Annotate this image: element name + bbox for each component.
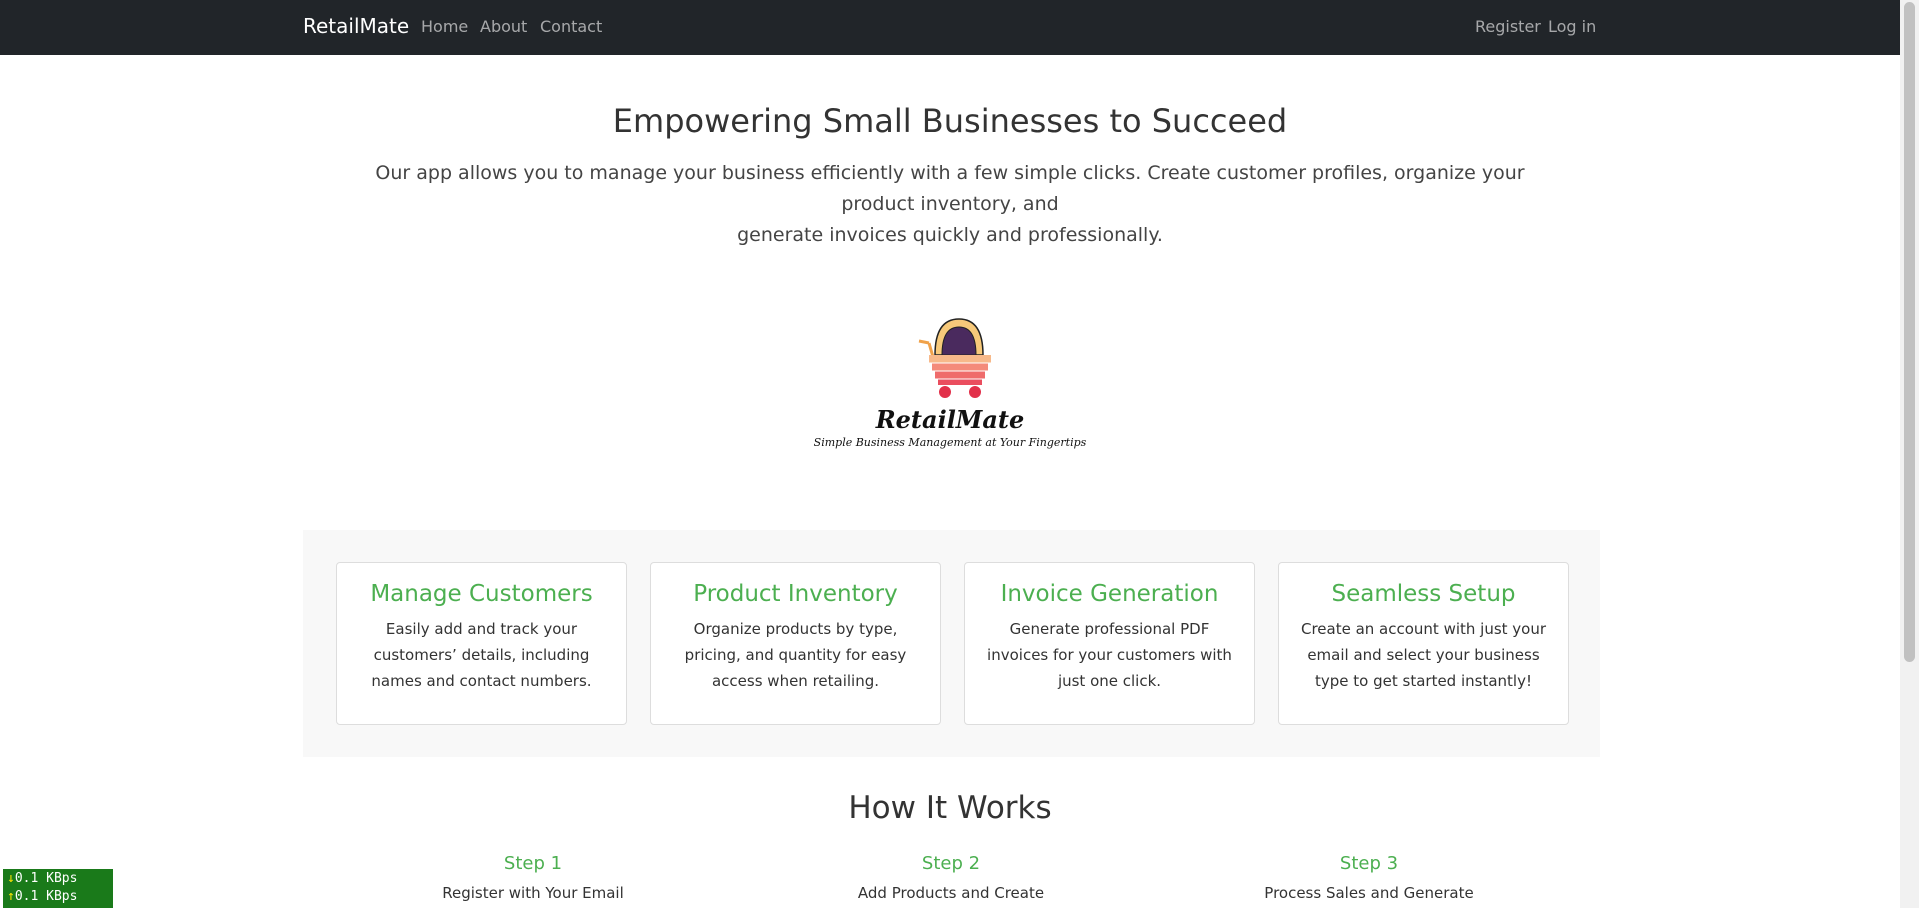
step-title: Step 1 bbox=[503, 853, 563, 874]
upload-rate: ↑0.1 KBps bbox=[7, 888, 109, 906]
feature-card-text: Easily add and track your customers’ det… bbox=[371, 620, 592, 690]
feature-card-product-inventory: Product Inventory Organize products by t… bbox=[650, 562, 941, 725]
feature-card-seamless-setup: Seamless Setup Create an account with ju… bbox=[1278, 562, 1569, 725]
nav-home-link[interactable]: Home bbox=[421, 17, 468, 36]
feature-card-title: Manage Customers bbox=[370, 581, 593, 607]
nav-about-link[interactable]: About bbox=[480, 17, 527, 36]
feature-card-text: Generate professional PDF invoices for y… bbox=[987, 620, 1232, 690]
step-2: Step 2 Add Products and Create bbox=[781, 853, 1121, 902]
brand-link[interactable]: RetailMate bbox=[303, 14, 409, 38]
vertical-scrollbar[interactable] bbox=[1900, 0, 1919, 908]
network-monitor-widget: ↓0.1 KBps ↑0.1 KBps bbox=[3, 869, 113, 908]
download-rate: ↓0.1 KBps bbox=[7, 870, 109, 888]
scrollbar-thumb[interactable] bbox=[1904, 2, 1915, 662]
hero-description-line-2: generate invoices quickly and profession… bbox=[737, 224, 1163, 246]
feature-card-title: Product Inventory bbox=[693, 581, 898, 607]
upload-rate-value: 0.1 KBps bbox=[14, 889, 78, 904]
logo-wordmark: RetailMate bbox=[875, 405, 1025, 434]
hero-title: Empowering Small Businesses to Succeed bbox=[612, 102, 1288, 140]
feature-card-title: Seamless Setup bbox=[1331, 581, 1516, 607]
step-text: Process Sales and Generate bbox=[1264, 884, 1474, 902]
retailmate-logo: RetailMate Simple Business Management at… bbox=[810, 305, 1090, 455]
feature-card-title: Invoice Generation bbox=[1000, 581, 1219, 607]
register-link[interactable]: Register bbox=[1475, 17, 1541, 36]
up-arrow-icon: ↑ bbox=[7, 889, 15, 904]
step-text: Add Products and Create bbox=[857, 884, 1045, 902]
shopping-cart-icon bbox=[918, 318, 991, 398]
feature-card-text: Create an account with just your email a… bbox=[1300, 620, 1547, 690]
down-arrow-icon: ↓ bbox=[7, 871, 15, 886]
feature-card-invoice-generation: Invoice Generation Generate professional… bbox=[964, 562, 1255, 725]
step-text: Register with Your Email bbox=[442, 884, 624, 902]
feature-card-manage-customers: Manage Customers Easily add and track yo… bbox=[336, 562, 627, 725]
features-section: Manage Customers Easily add and track yo… bbox=[303, 530, 1600, 757]
how-it-works-title: How It Works bbox=[848, 790, 1052, 826]
step-1: Step 1 Register with Your Email bbox=[363, 853, 703, 902]
feature-card-text: Organize products by type, pricing, and … bbox=[684, 620, 907, 690]
hero-description: Our app allows you to manage your busine… bbox=[340, 158, 1560, 251]
login-link[interactable]: Log in bbox=[1548, 17, 1596, 36]
step-title: Step 3 bbox=[1339, 853, 1399, 874]
step-3: Step 3 Process Sales and Generate bbox=[1199, 853, 1539, 902]
download-rate-value: 0.1 KBps bbox=[14, 871, 78, 886]
top-navbar: RetailMate Home About Contact Register L… bbox=[0, 0, 1900, 55]
step-title: Step 2 bbox=[921, 853, 981, 874]
hero-description-line-1: Our app allows you to manage your busine… bbox=[375, 162, 1525, 215]
logo-tagline: Simple Business Management at Your Finge… bbox=[813, 436, 1087, 449]
nav-contact-link[interactable]: Contact bbox=[540, 17, 602, 36]
